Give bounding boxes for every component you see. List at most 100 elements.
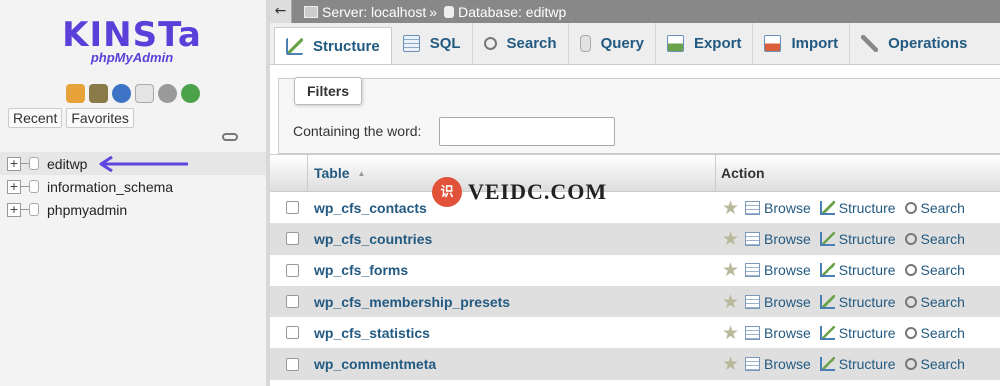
help-icon[interactable] — [112, 84, 131, 103]
recent-tab[interactable]: Recent — [8, 108, 63, 128]
favorite-star-icon[interactable]: ★ — [722, 197, 739, 219]
browse-action[interactable]: Browse — [745, 294, 811, 310]
row-checkbox[interactable] — [286, 295, 299, 309]
search-label: Search — [920, 324, 965, 341]
operations-icon — [861, 35, 879, 52]
row-checkbox[interactable] — [286, 232, 299, 246]
favorite-star-icon[interactable]: ★ — [722, 259, 739, 281]
tree-item-information-schema[interactable]: + information_schema — [0, 175, 266, 198]
browse-action[interactable]: Browse — [745, 262, 811, 278]
browse-label: Browse — [764, 199, 811, 216]
favorite-star-icon[interactable]: ★ — [722, 353, 739, 375]
main-tabs: Structure SQL Search Query Export Import… — [270, 23, 1000, 65]
breadcrumb-database[interactable]: Database: editwp — [458, 4, 566, 20]
database-name[interactable]: phpmyadmin — [47, 202, 127, 218]
favorites-tab[interactable]: Favorites — [66, 108, 134, 128]
row-actions: ★ Browse Structure Search — [722, 259, 974, 281]
row-actions: ★ Browse Structure Search — [722, 353, 974, 375]
exit-icon[interactable] — [89, 84, 108, 103]
expand-icon[interactable]: + — [7, 179, 21, 194]
navigation-panel: KINSTa phpMyAdmin Recent Favorites + edi… — [0, 0, 266, 386]
structure-action[interactable]: Structure — [819, 200, 896, 216]
browse-action[interactable]: Browse — [745, 200, 811, 216]
tab-label: Operations — [888, 35, 968, 52]
structure-action[interactable]: Structure — [819, 356, 896, 373]
link-icon[interactable] — [222, 133, 238, 141]
filter-input[interactable] — [439, 117, 615, 146]
breadcrumb-server[interactable]: Server: localhost — [322, 4, 426, 20]
tab-sql[interactable]: SQL — [392, 23, 473, 64]
favorite-star-icon[interactable]: ★ — [722, 291, 739, 313]
breadcrumb: ← Server: localhost » Database: editwp — [270, 0, 1000, 23]
structure-action[interactable]: Structure — [819, 262, 896, 279]
database-name[interactable]: editwp — [47, 156, 87, 172]
browse-label: Browse — [764, 230, 811, 247]
row-actions: ★ Browse Structure Search — [722, 197, 974, 219]
search-label: Search — [920, 199, 965, 216]
favorite-star-icon[interactable]: ★ — [722, 228, 739, 250]
search-action[interactable]: Search — [904, 293, 965, 310]
search-label: Search — [920, 293, 965, 310]
structure-action[interactable]: Structure — [819, 325, 896, 341]
table-name-link[interactable]: wp_cfs_membership_presets — [314, 294, 722, 310]
tab-label: Search — [506, 35, 557, 52]
search-action[interactable]: Search — [904, 231, 965, 247]
expand-icon[interactable]: + — [7, 202, 21, 217]
structure-icon — [286, 37, 303, 55]
favorite-star-icon[interactable]: ★ — [722, 322, 739, 344]
row-checkbox[interactable] — [286, 263, 299, 277]
structure-label: Structure — [838, 293, 896, 310]
browse-action[interactable]: Browse — [745, 325, 811, 341]
tree-connector — [21, 163, 29, 164]
structure-icon — [819, 263, 835, 278]
search-action[interactable]: Search — [904, 356, 965, 372]
expand-icon[interactable]: + — [7, 156, 21, 171]
column-header-action: Action — [721, 165, 765, 181]
row-checkbox[interactable] — [286, 201, 299, 215]
tab-export[interactable]: Export — [656, 23, 754, 64]
browse-icon — [745, 294, 761, 309]
search-action[interactable]: Search — [904, 199, 965, 216]
structure-label: Structure — [838, 356, 896, 373]
browse-label: Browse — [764, 356, 811, 373]
row-actions: ★ Browse Structure Search — [722, 322, 974, 344]
watermark: 识 VEIDC.COM — [432, 177, 607, 207]
table-name-link[interactable]: wp_cfs_forms — [314, 262, 722, 278]
tree-item-phpmyadmin[interactable]: + phpmyadmin — [0, 198, 266, 221]
settings-icon[interactable] — [158, 84, 177, 103]
home-icon[interactable] — [66, 84, 85, 103]
tab-structure[interactable]: Structure — [274, 27, 392, 64]
sort-asc-icon[interactable]: ▲ — [358, 169, 366, 178]
structure-label: Structure — [838, 230, 896, 247]
browse-icon — [745, 231, 761, 246]
recent-favorites-tabs: Recent Favorites — [8, 108, 134, 128]
structure-label: Structure — [838, 262, 896, 279]
database-name[interactable]: information_schema — [47, 179, 173, 195]
structure-action[interactable]: Structure — [819, 230, 896, 247]
reload-icon[interactable] — [181, 84, 200, 103]
browse-icon — [745, 325, 761, 340]
watermark-badge: 识 — [432, 177, 462, 207]
kinsta-logo[interactable]: KINSTa phpMyAdmin — [62, 18, 202, 65]
collapse-nav-button[interactable]: ← — [270, 0, 292, 23]
search-action[interactable]: Search — [904, 262, 965, 278]
column-header-label: Table — [314, 165, 350, 181]
tab-query[interactable]: Query — [569, 23, 656, 64]
browse-action[interactable]: Browse — [745, 231, 811, 247]
tab-search[interactable]: Search — [473, 23, 569, 64]
tab-import[interactable]: Import — [753, 23, 851, 64]
tree-connector — [21, 209, 29, 210]
structure-action[interactable]: Structure — [819, 293, 896, 310]
tab-operations[interactable]: Operations — [850, 23, 978, 64]
header-checkbox-cell — [270, 155, 308, 191]
search-action[interactable]: Search — [904, 324, 965, 341]
docs-icon[interactable] — [135, 84, 154, 103]
table-name-link[interactable]: wp_commentmeta — [314, 356, 722, 372]
search-icon — [904, 295, 917, 308]
table-name-link[interactable]: wp_cfs_countries — [314, 231, 722, 247]
row-checkbox[interactable] — [286, 357, 299, 371]
table-name-link[interactable]: wp_cfs_statistics — [314, 325, 722, 341]
row-checkbox[interactable] — [286, 326, 299, 340]
browse-action[interactable]: Browse — [745, 356, 811, 372]
row-actions: ★ Browse Structure Search — [722, 228, 974, 250]
